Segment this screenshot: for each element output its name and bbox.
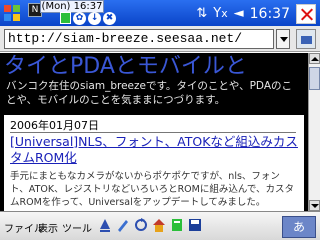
menu-view[interactable]: 表示 bbox=[38, 220, 58, 235]
status-bar: N (Mon) 16:37 ✿ ↓ ✖ ⇅ Yx ◄ 16:37 bbox=[0, 0, 320, 26]
notification-tray: ✿ ↓ ✖ bbox=[60, 12, 116, 25]
signal-icon[interactable]: Yx bbox=[213, 5, 227, 23]
menu-tools[interactable]: ツール bbox=[62, 220, 92, 235]
speaker-icon[interactable]: ◄ bbox=[234, 5, 244, 23]
edit-icon[interactable] bbox=[116, 217, 130, 233]
clock-time[interactable]: 16:37 bbox=[250, 5, 290, 23]
scroll-thumb[interactable] bbox=[309, 67, 320, 90]
flower-icon[interactable]: ✿ bbox=[73, 12, 86, 25]
app-tray-icon[interactable] bbox=[60, 12, 71, 24]
input-method-button[interactable]: あ bbox=[282, 216, 316, 238]
page-content: タイとPDAとモバイルと バンコク在住のsiam_breezeです。タイのことや… bbox=[0, 53, 308, 211]
post-date: 2006年01月07日 bbox=[10, 119, 99, 132]
toolbar-icons bbox=[98, 217, 202, 233]
save-icon[interactable] bbox=[188, 217, 202, 233]
scroll-down-button[interactable] bbox=[309, 200, 320, 211]
favorites-icon[interactable] bbox=[170, 217, 184, 233]
close-icon[interactable] bbox=[296, 4, 316, 24]
back-icon[interactable] bbox=[98, 217, 112, 233]
connectivity-icon[interactable]: ⇅ bbox=[196, 5, 207, 23]
close-app-icon[interactable]: ✖ bbox=[103, 12, 116, 25]
blog-title[interactable]: タイとPDAとモバイルと bbox=[4, 55, 247, 79]
blog-post: 2006年01月07日 [Universal]NLS、フォント、ATOKなど組込… bbox=[4, 115, 304, 211]
post-title-link[interactable]: [Universal]NLS、フォント、ATOKなど組込みカスタムROM化 bbox=[10, 134, 300, 166]
blog-description: バンコク在住のsiam_breezeです。タイのことや、PDAのことや、モバイル… bbox=[6, 80, 293, 106]
start-menu-icon[interactable] bbox=[2, 3, 22, 23]
date-divider bbox=[10, 132, 296, 133]
scroll-up-button[interactable] bbox=[309, 53, 320, 64]
url-history-dropdown[interactable] bbox=[276, 29, 290, 49]
bottom-toolbar: ファイル 表示 ツール あ bbox=[0, 211, 320, 240]
refresh-icon[interactable] bbox=[134, 217, 148, 233]
url-input[interactable]: http://siam-breeze.seesaa.net/ bbox=[4, 29, 274, 49]
pocket-ie-window: N (Mon) 16:37 ✿ ↓ ✖ ⇅ Yx ◄ 16:37 http://… bbox=[0, 0, 320, 240]
address-bar: http://siam-breeze.seesaa.net/ bbox=[0, 26, 320, 52]
home-icon[interactable] bbox=[152, 217, 166, 233]
go-button[interactable] bbox=[296, 29, 316, 49]
status-right: ⇅ Yx ◄ 16:37 bbox=[196, 4, 316, 24]
vertical-scrollbar[interactable] bbox=[308, 53, 320, 211]
post-body: 手元にまともなカメラがないからポケポケですが、nls、フォント、ATOK、レジス… bbox=[10, 171, 295, 208]
download-icon[interactable]: ↓ bbox=[88, 12, 101, 25]
